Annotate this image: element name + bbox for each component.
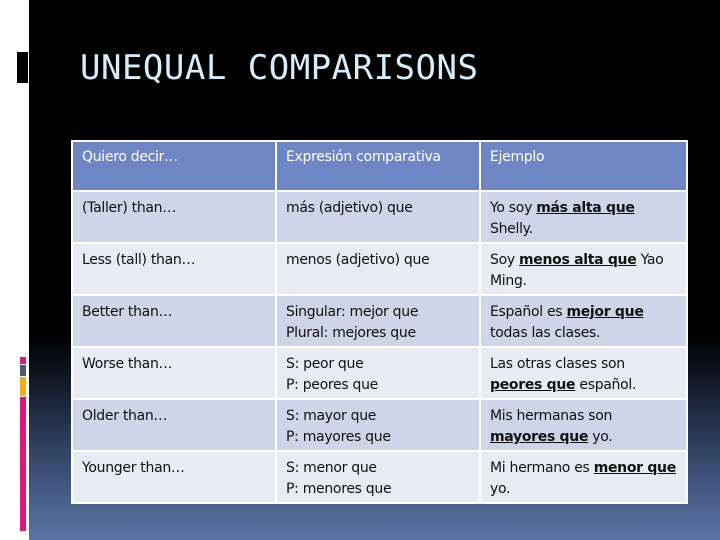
- example-before: Español es: [490, 304, 567, 320]
- cell-meaning: Worse than…: [71, 346, 277, 400]
- cell-expression: Singular: mejor que Plural: mejores que: [275, 294, 481, 348]
- table-row: (Taller) than… más (adjetivo) que Yo soy m…: [71, 190, 688, 244]
- example-underlined: mayores que: [490, 429, 589, 445]
- comparisons-table: Quiero decir… Expresión comparativa Ejem…: [71, 140, 688, 504]
- expression-line: Singular: mejor que: [286, 304, 419, 320]
- cell-meaning: Younger than…: [71, 450, 277, 504]
- cell-expression: S: peor que P: peores que: [275, 346, 481, 400]
- example-underlined: menor que: [593, 460, 677, 476]
- cell-expression: S: mayor que P: mayores que: [275, 398, 481, 452]
- expression-line: menos (adjetivo) que: [286, 252, 430, 268]
- cell-expression: menos (adjetivo) que: [275, 242, 481, 296]
- example-underlined: mejor que: [566, 304, 644, 320]
- expression-line: P: menores que: [286, 481, 392, 497]
- expression-line: S: peor que: [286, 356, 364, 372]
- cell-example: Las otras clases son peores que español.: [479, 346, 688, 400]
- table-header-row: Quiero decir… Expresión comparativa Ejem…: [71, 140, 688, 192]
- cell-example: Mi hermano es menor que yo.: [479, 450, 688, 504]
- header-expression: Expresión comparativa: [275, 140, 481, 192]
- cell-example: Mis hermanas son mayores que yo.: [479, 398, 688, 452]
- header-example: Ejemplo: [479, 140, 688, 192]
- example-after: yo.: [490, 481, 511, 497]
- expression-line: Plural: mejores que: [286, 325, 416, 341]
- example-after: español.: [575, 377, 637, 393]
- example-before: Las otras clases son: [490, 356, 625, 372]
- cell-meaning: Older than…: [71, 398, 277, 452]
- accent-strip-amber: [20, 377, 26, 396]
- example-before: Soy: [490, 252, 519, 268]
- cell-meaning: Less (tall) than…: [71, 242, 277, 296]
- example-after: yo.: [588, 429, 613, 445]
- accent-strip-magenta-top: [20, 357, 26, 364]
- example-underlined: más alta que: [536, 200, 635, 216]
- expression-line: S: mayor que: [286, 408, 377, 424]
- table-row: Worse than… S: peor que P: peores que Las o…: [71, 346, 688, 400]
- example-after: Shelly.: [490, 221, 533, 237]
- accent-strip-magenta-bottom: [20, 397, 26, 531]
- title-marker: [17, 52, 28, 83]
- cell-expression: S: menor que P: menores que: [275, 450, 481, 504]
- expression-line: P: peores que: [286, 377, 378, 393]
- cell-example: Soy menos alta que Yao Ming.: [479, 242, 688, 296]
- cell-meaning: Better than…: [71, 294, 277, 348]
- example-after: todas las clases.: [490, 325, 601, 341]
- table-row: Older than… S: mayor que P: mayores que Mis…: [71, 398, 688, 452]
- example-before: Mi hermano es: [490, 460, 594, 476]
- accent-strip-gray: [20, 365, 26, 376]
- example-before: Mis hermanas son: [490, 408, 613, 424]
- cell-expression: más (adjetivo) que: [275, 190, 481, 244]
- example-before: Yo soy: [490, 200, 537, 216]
- table-row: Less (tall) than… menos (adjetivo) que Soy…: [71, 242, 688, 296]
- expression-line: más (adjetivo) que: [286, 200, 413, 216]
- cell-example: Español es mejor que todas las clases.: [479, 294, 688, 348]
- cell-meaning: (Taller) than…: [71, 190, 277, 244]
- table-row: Better than… Singular: mejor que Plural: m…: [71, 294, 688, 348]
- table-row: Younger than… S: menor que P: menores que M…: [71, 450, 688, 504]
- cell-example: Yo soy más alta que Shelly.: [479, 190, 688, 244]
- example-underlined: menos alta que: [519, 252, 637, 268]
- example-underlined: peores que: [490, 377, 576, 393]
- expression-line: S: menor que: [286, 460, 377, 476]
- expression-line: P: mayores que: [286, 429, 391, 445]
- header-meaning: Quiero decir…: [71, 140, 277, 192]
- slide-title: UNEQUAL COMPARISONS: [80, 48, 479, 88]
